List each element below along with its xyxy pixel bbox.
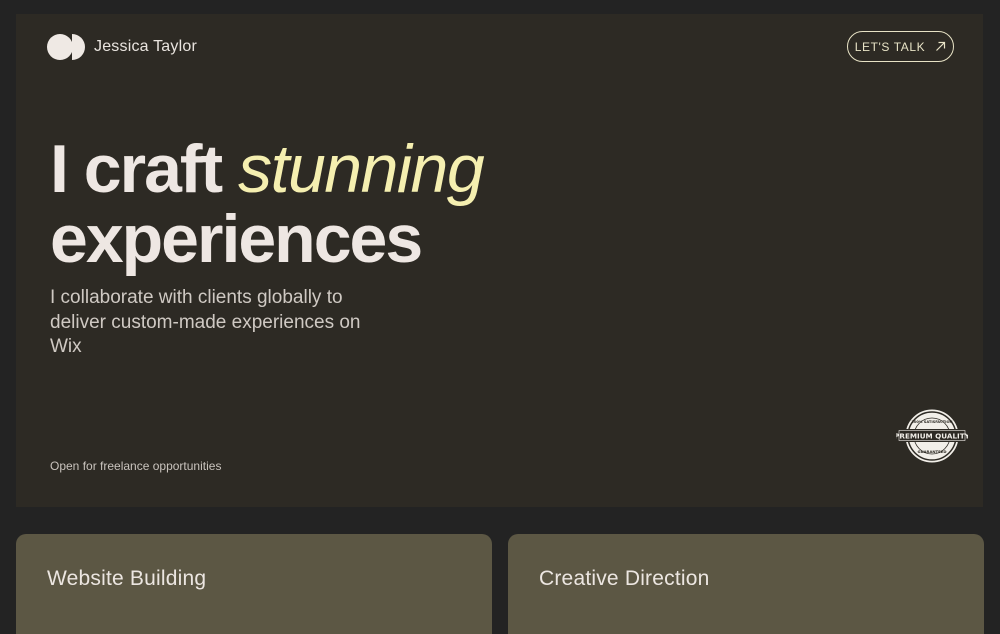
headline-prefix: I craft [50,131,239,207]
hero-subtext: I collaborate with clients globally to d… [50,287,361,357]
hero-section: Jessica Taylor LET'S TALK I craft stunni… [16,14,983,507]
brand[interactable]: Jessica Taylor [47,34,197,60]
arrow-up-right-icon [936,41,946,51]
lets-talk-button[interactable]: LET'S TALK [847,31,954,62]
service-card-title: Website Building [47,567,207,590]
lets-talk-label: LET'S TALK [854,39,926,54]
badge-bottom-text: GUARANTEED [918,449,947,454]
headline-line-1: I craft stunning [50,131,485,207]
service-card-creative-direction[interactable]: Creative Direction [508,534,984,634]
headline-line-2: experiences [50,201,423,277]
premium-quality-badge-icon: 100% SATISFACTION PREMIUM QUALITY GUARAN… [896,408,968,464]
service-card-website-building[interactable]: Website Building [16,534,492,634]
badge-middle-text: PREMIUM QUALITY [896,432,968,441]
service-card-title: Creative Direction [539,567,710,590]
headline-accent: stunning [238,131,485,207]
brand-name: Jessica Taylor [94,38,197,55]
freelance-status: Open for freelance opportunities [50,459,222,473]
badge-top-text: 100% SATISFACTION [911,420,952,424]
logo-icon [47,34,85,60]
hero-headline: I craft stunning experiences [50,131,485,277]
